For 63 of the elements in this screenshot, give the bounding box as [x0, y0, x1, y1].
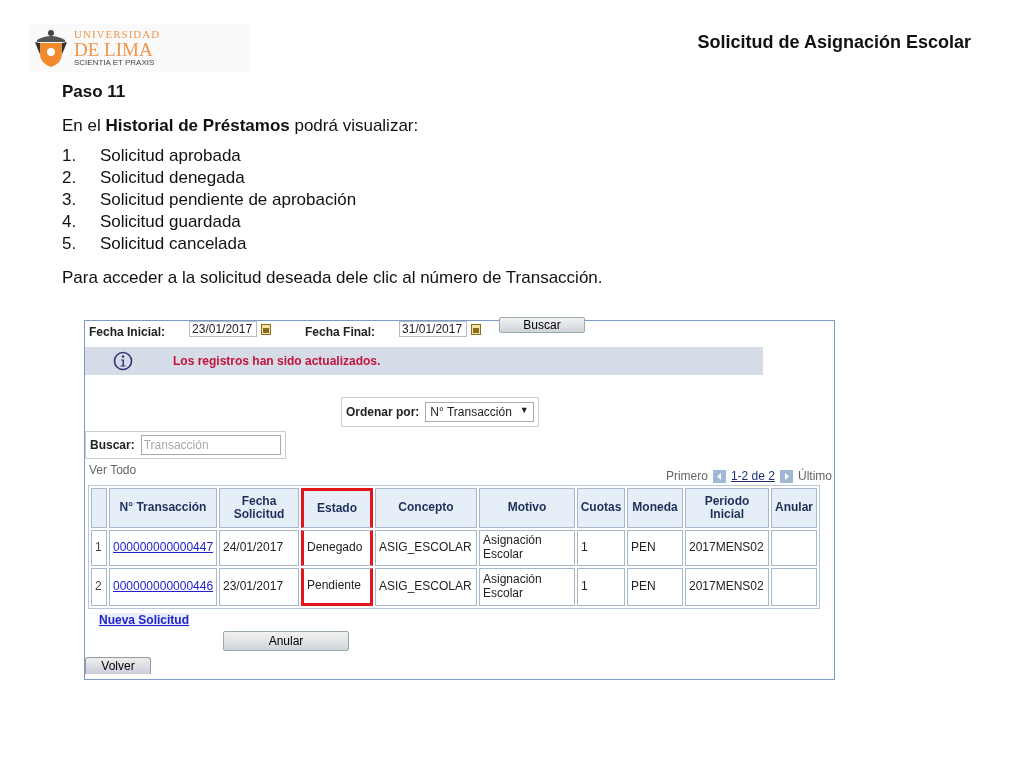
field-label: Ordenar por: — [346, 405, 420, 419]
list-number: 4. — [62, 212, 78, 232]
column-header: Fecha Solicitud — [219, 488, 299, 528]
field-label: Fecha Inicial: — [89, 325, 166, 339]
new-request-link[interactable]: Nueva Solicitud — [99, 613, 190, 627]
table-cell: 2 — [95, 579, 102, 594]
date-field[interactable]: 23/01/2017 — [189, 321, 258, 337]
list-item-text: Solicitud guardada — [100, 212, 241, 231]
logo-text: UNIVERSIDAD — [74, 29, 161, 40]
instruction-text: Para acceder a la solicitud deseada dele clic al número de Transacción. — [62, 268, 604, 288]
list-item-text: Solicitud aprobada — [100, 146, 241, 165]
calendar-icon[interactable] — [261, 324, 272, 335]
table-cell: PEN — [631, 540, 656, 555]
field-label: Buscar: — [90, 438, 135, 452]
table-cell: 2017MENS02 — [689, 540, 764, 555]
column-header: Estado — [301, 488, 373, 528]
column-header: Moneda — [627, 488, 683, 528]
date-field[interactable]: 31/01/2017 — [399, 321, 468, 337]
list-number: 2. — [62, 168, 78, 188]
info-icon — [113, 351, 133, 371]
list-number: 1. — [62, 146, 78, 166]
column-header: N° Transacción — [109, 488, 217, 528]
list-item-text: Solicitud pendiente de aprobación — [100, 190, 357, 209]
logo-motto: SCIENTIA ET PRAXIS — [74, 59, 156, 67]
list-number: 3. — [62, 190, 78, 210]
table-cell: Denegado — [307, 540, 363, 555]
table-cell: 2017MENS02 — [689, 579, 764, 594]
field-label: Fecha Final: — [305, 325, 376, 339]
list-item-text: Solicitud cancelada — [100, 234, 247, 253]
cancel-button[interactable]: Anular — [223, 631, 349, 651]
column-header: Anular — [771, 488, 817, 528]
page-range-link[interactable]: 1-2 de 2 — [730, 469, 775, 483]
table-cell: 24/01/2017 — [223, 540, 284, 555]
back-tab[interactable]: Volver — [85, 657, 151, 674]
logo-text: DE LIMA — [74, 40, 154, 59]
table-cell: Pendiente — [307, 578, 362, 593]
step-heading: Paso 11 — [62, 82, 127, 102]
table-cell: 1 — [581, 540, 588, 555]
first-link[interactable]: Primero — [665, 469, 708, 483]
column-header: Motivo — [479, 488, 575, 528]
search-button[interactable]: Buscar — [499, 317, 586, 333]
table-cell: 1 — [95, 540, 102, 555]
column-header: Periodo Inicial — [685, 488, 769, 528]
table-cell: 23/01/2017 — [223, 579, 284, 594]
table-cell: PEN — [631, 579, 656, 594]
slide-title: Solicitud de Asignación Escolar — [697, 32, 971, 53]
status-message: Los registros han sido actualizados. — [173, 354, 381, 368]
column-header: Cuotas — [577, 488, 625, 528]
list-number: 5. — [62, 234, 78, 254]
list-item-text: Solicitud denegada — [100, 168, 245, 187]
sort-dropdown[interactable]: N° Transacción ▼ — [425, 402, 534, 422]
search-field[interactable]: Transacción — [140, 435, 281, 455]
column-header: Concepto — [375, 488, 477, 528]
table-cell: Asignación Escolar — [483, 533, 542, 561]
table-cell: ASIG_ESCOLAR — [379, 579, 472, 594]
view-all-link[interactable]: Ver Todo — [89, 463, 137, 483]
table-cell: 1 — [581, 579, 588, 594]
last-link[interactable]: Último — [798, 469, 832, 483]
intro-text: En el Historial de Préstamos podrá visualizar: — [62, 116, 420, 136]
table-cell: ASIG_ESCOLAR — [379, 540, 472, 555]
calendar-icon[interactable] — [471, 324, 482, 335]
table-cell: Asignación Escolar — [483, 572, 542, 600]
shield-icon — [34, 28, 68, 68]
